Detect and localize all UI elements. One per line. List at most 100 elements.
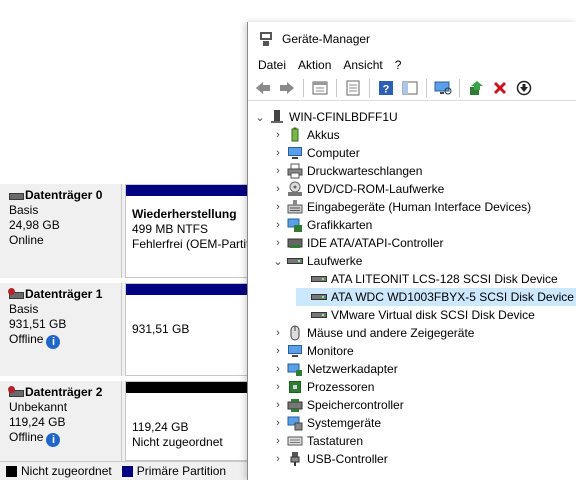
legend-label-primary: Primäre Partition [136, 464, 227, 478]
tree-item-druckwarteschlangen[interactable]: › Druckwarteschlangen [272, 162, 422, 180]
input-device-icon [287, 199, 303, 215]
title-bar[interactable]: Geräte-Manager [248, 22, 576, 55]
chevron-right-icon[interactable]: › [272, 198, 284, 216]
update-driver-icon[interactable] [465, 77, 487, 99]
disk-drive-icon [287, 253, 303, 269]
tree-item-maeuse[interactable]: › Mäuse und andere Zeigegeräte [272, 324, 474, 342]
disk-icon [9, 191, 24, 200]
chevron-right-icon[interactable]: › [272, 432, 284, 450]
tree-item-label: Druckwarteschlangen [307, 164, 423, 178]
disk-drive-icon [311, 289, 327, 305]
tree-item-drive-liteonit[interactable]: ATA LITEONIT LCS-128 SCSI Disk Device [296, 270, 562, 288]
disk-status: Online [9, 233, 44, 247]
monitor-icon [287, 343, 303, 359]
tree-item-label: Speichercontroller [307, 398, 404, 412]
info-icon[interactable]: i [46, 335, 61, 349]
properties-icon[interactable] [309, 77, 331, 99]
tree-item-label: Mäuse und andere Zeigegeräte [307, 326, 475, 340]
partition-name: Wiederherstellung [132, 207, 237, 221]
disk-row-1[interactable]: Datenträger 1 Basis 931,51 GB Offline i 9… [0, 283, 248, 376]
tree-item-drive-wdc-selected[interactable]: ATA WDC WD1003FBYX-5 SCSI Disk Device [296, 288, 576, 306]
tree-item-grafikkarten[interactable]: › Grafikkarten [272, 216, 372, 234]
chevron-right-icon[interactable]: › [272, 180, 284, 198]
disk-size: 931,51 GB [9, 317, 67, 331]
legend-swatch-unallocated [6, 465, 17, 477]
tree-item-ide-ata[interactable]: › IDE ATA/ATAPI-Controller [272, 234, 443, 252]
menu-datei[interactable]: Datei [252, 55, 292, 75]
chevron-right-icon[interactable]: › [272, 216, 284, 234]
chevron-down-icon[interactable]: ⌄ [272, 252, 284, 270]
tree-item-akkus[interactable]: › Akkus [272, 126, 340, 144]
forward-arrow-icon[interactable] [276, 77, 298, 99]
tree-item-laufwerke[interactable]: ⌄ Laufwerke [272, 252, 362, 270]
partition-bar-primary [126, 284, 247, 295]
chevron-right-icon[interactable]: › [272, 234, 284, 252]
menu-aktion[interactable]: Aktion [292, 55, 337, 75]
disk-row-0[interactable]: Datenträger 0 Basis 24,98 GB Online Wied… [0, 184, 248, 278]
tree-item-computer[interactable]: › Computer [272, 144, 360, 162]
chevron-right-icon[interactable]: › [272, 162, 284, 180]
back-arrow-icon[interactable] [252, 77, 274, 99]
tree-item-monitore[interactable]: › Monitore [272, 342, 354, 360]
disk-info-2[interactable]: Datenträger 2 Unbekannt 119,24 GB Offlin… [0, 381, 122, 461]
list-icon[interactable] [342, 77, 364, 99]
tree-item-tastaturen[interactable]: › Tastaturen [272, 432, 363, 450]
tree-item-netzwerkadapter[interactable]: › Netzwerkadapter [272, 360, 398, 378]
chevron-right-icon[interactable]: › [272, 342, 284, 360]
menu-ansicht[interactable]: Ansicht [337, 55, 388, 75]
tree-item-dvd-cd-rom[interactable]: › DVD/CD-ROM-Laufwerke [272, 180, 444, 198]
tree-item-prozessoren[interactable]: › Prozessoren [272, 378, 374, 396]
tree-item-eingabegeraete[interactable]: › Eingabegeräte (Human Interface Devices… [272, 198, 531, 216]
chevron-right-icon[interactable]: › [272, 396, 284, 414]
partition-2[interactable]: 119,24 GB Nicht zugeordnet [125, 381, 248, 461]
tree-item-drive-vmware[interactable]: VMware Virtual disk SCSI Disk Device [296, 306, 539, 324]
menu-help[interactable]: ? [389, 55, 408, 75]
partition-bar-primary [126, 185, 247, 196]
chevron-right-icon[interactable]: › [272, 450, 284, 468]
uninstall-icon[interactable] [489, 77, 511, 99]
disk-title-2: Datenträger 2 [8, 385, 121, 400]
partition-size: 499 MB NTFS [132, 222, 209, 236]
computer-monitor-icon [287, 145, 303, 161]
tree-item-label: IDE ATA/ATAPI-Controller [307, 236, 444, 250]
info-icon[interactable]: i [46, 433, 61, 447]
battery-icon [287, 127, 303, 143]
chevron-right-icon[interactable]: › [272, 324, 284, 342]
partition-1[interactable]: 931,51 GB [125, 283, 248, 376]
tree-root[interactable]: ⌄ WIN-CFINLBDFF1U [254, 108, 398, 126]
help-icon[interactable]: ? [375, 77, 397, 99]
disk-row-2[interactable]: Datenträger 2 Unbekannt 119,24 GB Offlin… [0, 381, 248, 461]
disk-type: Unbekannt [9, 400, 68, 414]
tree-item-usb-controller[interactable]: › USB-Controller [272, 450, 388, 468]
disk-size: 24,98 GB [9, 218, 60, 232]
chevron-right-icon[interactable]: › [272, 126, 284, 144]
chevron-down-icon[interactable]: ⌄ [254, 108, 266, 126]
tree-item-label: Monitore [307, 344, 354, 358]
tree-item-speichercontroller[interactable]: › Speichercontroller [272, 396, 404, 414]
toolbar: ? [248, 75, 576, 101]
disk-status: Offline [9, 332, 44, 346]
chevron-right-icon[interactable]: › [272, 414, 284, 432]
chevron-right-icon[interactable]: › [272, 378, 284, 396]
chevron-right-icon[interactable]: › [272, 360, 284, 378]
toolbar-separator [459, 78, 460, 97]
monitor-scan-icon[interactable] [432, 77, 454, 99]
toolbar-separator [369, 78, 370, 97]
disk-info-0[interactable]: Datenträger 0 Basis 24,98 GB Online [0, 184, 122, 278]
toolbar-separator [336, 78, 337, 97]
disk-name: Datenträger 0 [25, 188, 103, 202]
tree-item-label: DVD/CD-ROM-Laufwerke [307, 182, 445, 196]
chevron-right-icon[interactable]: › [272, 144, 284, 162]
tree-item-label: Tastaturen [307, 434, 364, 448]
disk-info-1[interactable]: Datenträger 1 Basis 931,51 GB Offline i [0, 283, 122, 376]
panel-icon[interactable] [399, 77, 421, 99]
disk-size: 119,24 GB [9, 415, 66, 429]
partition-0[interactable]: Wiederherstellung 499 MB NTFS Fehlerfrei… [125, 184, 248, 278]
tree-item-systemgeraete[interactable]: › Systemgeräte [272, 414, 381, 432]
disable-icon[interactable] [513, 77, 535, 99]
usb-icon [287, 451, 303, 467]
toolbar-separator [426, 78, 427, 97]
